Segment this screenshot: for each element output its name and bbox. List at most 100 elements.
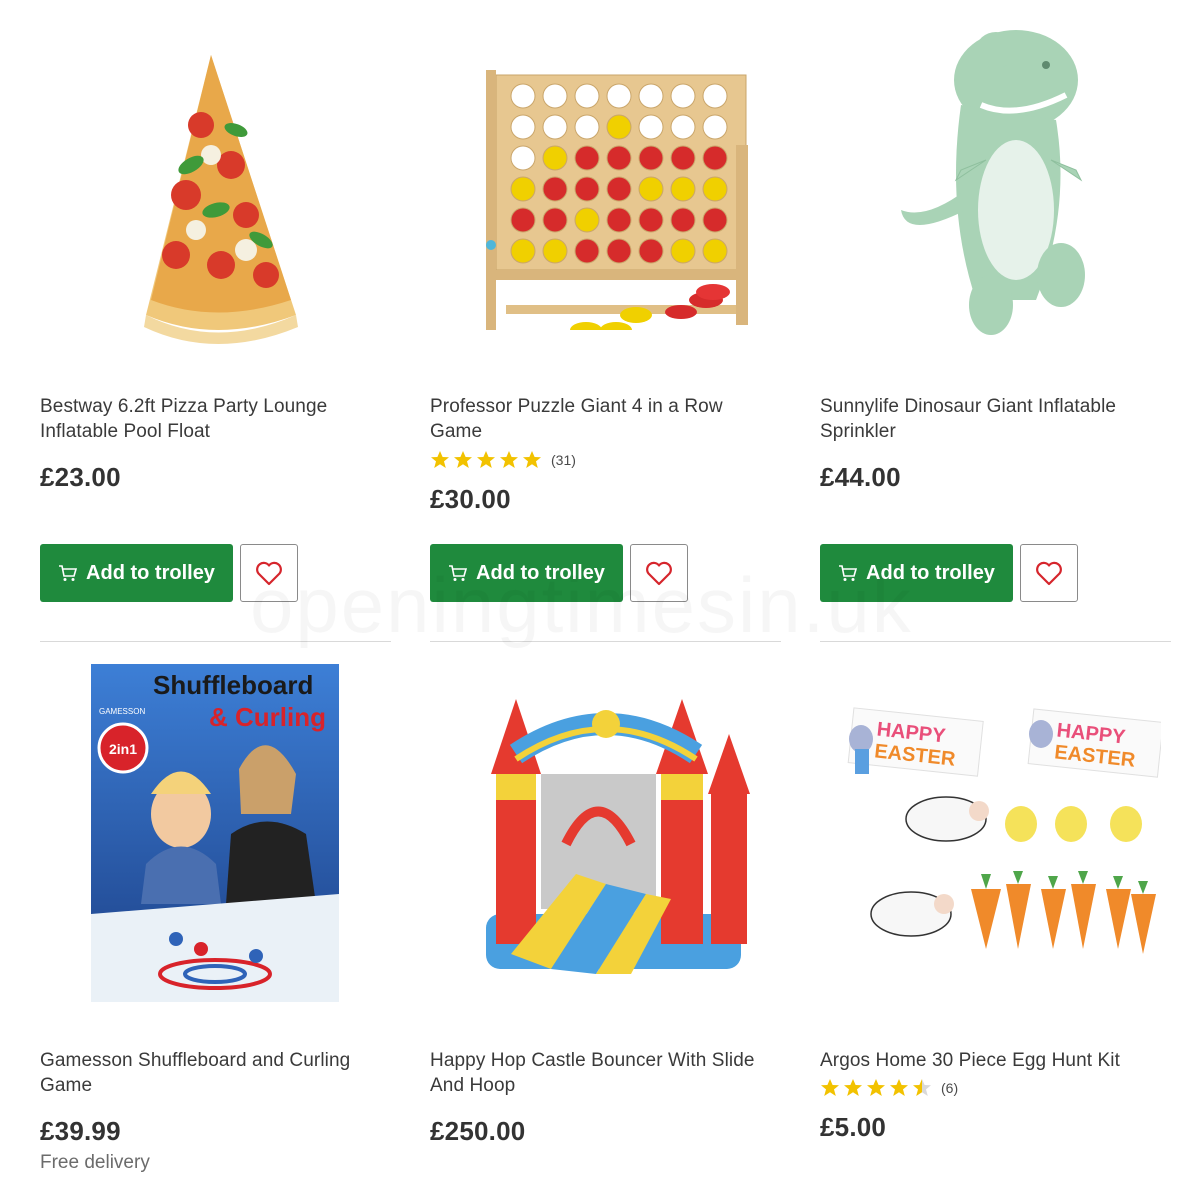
add-to-trolley-button[interactable]: Add to trolley: [820, 544, 1013, 602]
grid-counter: [670, 238, 695, 264]
box-subtitle: & Curling: [209, 702, 326, 732]
divider: [430, 641, 781, 642]
grid-counter: [542, 145, 567, 171]
grid-counter: [510, 114, 535, 140]
product-title[interactable]: Professor Puzzle Giant 4 in a Row Game: [430, 394, 770, 444]
star-icon: [866, 1078, 886, 1098]
easter-egg-hunt-image: HAPPY EASTER HAPPY EASTER: [847, 707, 1161, 954]
star-icon: [820, 1078, 840, 1098]
bouncy-castle-image: [485, 699, 750, 974]
heart-icon: [646, 561, 672, 586]
product-title[interactable]: Gamesson Shuffleboard and Curling Game: [40, 1048, 380, 1098]
trolley-icon: [839, 565, 858, 581]
grid-counter: [510, 145, 535, 171]
add-to-trolley-button[interactable]: Add to trolley: [430, 544, 623, 602]
product-image[interactable]: [820, 0, 1171, 360]
grid-counter: [670, 145, 695, 171]
grid-counter: [574, 114, 599, 140]
wishlist-button[interactable]: [240, 544, 298, 602]
product-image[interactable]: Shuffleboard & Curling GAMESSON 2in1: [40, 654, 391, 1014]
grid-counter: [638, 145, 663, 171]
pizza-float-image: [143, 55, 298, 344]
star-icon: [453, 450, 473, 470]
box-brand: GAMESSON: [99, 707, 145, 716]
grid-counter: [542, 207, 567, 233]
heart-icon: [256, 561, 282, 586]
grid-counter: [606, 207, 631, 233]
grid-counter: [670, 176, 695, 202]
grid-counter: [638, 83, 663, 109]
delivery-info: Free delivery: [40, 1152, 150, 1173]
grid-counter: [702, 176, 727, 202]
star-rating: (31): [430, 450, 576, 470]
grid-counter: [702, 145, 727, 171]
grid-counter: [702, 114, 727, 140]
grid-counter: [574, 238, 599, 264]
grid-counter: [670, 83, 695, 109]
grid-counter: [542, 238, 567, 264]
half-star-icon: [912, 1078, 932, 1098]
product-image[interactable]: HAPPY EASTER HAPPY EASTER: [820, 654, 1171, 1014]
product-image[interactable]: [430, 0, 781, 360]
star-icon: [843, 1078, 863, 1098]
grid-counter: [670, 207, 695, 233]
product-price: £44.00: [820, 462, 901, 492]
grid-counter: [542, 83, 567, 109]
grid-counter: [606, 238, 631, 264]
add-to-trolley-button[interactable]: Add to trolley: [40, 544, 233, 602]
product-image[interactable]: [430, 654, 781, 1014]
product-price: £250.00: [430, 1116, 526, 1146]
grid-counter: [702, 238, 727, 264]
grid-counter: [638, 207, 663, 233]
grid-counter: [606, 83, 631, 109]
grid-counter: [574, 145, 599, 171]
product-price: £23.00: [40, 462, 121, 492]
connect-four-image: [485, 70, 748, 330]
star-icon: [889, 1078, 909, 1098]
grid-counter: [606, 176, 631, 202]
grid-counter: [702, 207, 727, 233]
grid-counter: [510, 238, 535, 264]
grid-counter: [510, 83, 535, 109]
wishlist-button[interactable]: [1020, 544, 1078, 602]
product-price: £30.00: [430, 484, 511, 514]
divider: [820, 641, 1171, 642]
box-badge: 2in1: [109, 741, 137, 757]
product-title[interactable]: Bestway 6.2ft Pizza Party Lounge Inflata…: [40, 394, 380, 444]
grid-counter: [574, 207, 599, 233]
add-to-trolley-label: Add to trolley: [866, 561, 995, 584]
rating-count: (6): [941, 1080, 959, 1096]
add-to-trolley-label: Add to trolley: [86, 561, 215, 584]
star-icon: [476, 450, 496, 470]
product-image[interactable]: [40, 0, 391, 360]
grid-counter: [542, 176, 567, 202]
grid-counter: [606, 114, 631, 140]
star-icon: [522, 450, 542, 470]
grid-counter: [542, 114, 567, 140]
product-price: £39.99: [40, 1116, 121, 1146]
product-title[interactable]: Happy Hop Castle Bouncer With Slide And …: [430, 1048, 770, 1098]
star-icon: [499, 450, 519, 470]
grid-counter: [638, 114, 663, 140]
heart-icon: [1036, 561, 1062, 586]
rating-count: (31): [551, 452, 576, 468]
box-title: Shuffleboard: [153, 670, 313, 700]
product-price: £5.00: [820, 1112, 887, 1142]
product-title[interactable]: Argos Home 30 Piece Egg Hunt Kit: [820, 1048, 1160, 1073]
grid-counter: [574, 176, 599, 202]
wishlist-button[interactable]: [630, 544, 688, 602]
star-icon: [430, 450, 450, 470]
grid-counter: [510, 207, 535, 233]
grid-counter: [510, 176, 535, 202]
grid-counter: [638, 176, 663, 202]
star-rating: (6): [820, 1078, 958, 1098]
trolley-icon: [59, 565, 78, 581]
grid-counter: [702, 83, 727, 109]
dinosaur-sprinkler-image: [900, 30, 1085, 335]
product-title[interactable]: Sunnylife Dinosaur Giant Inflatable Spri…: [820, 394, 1160, 444]
shuffleboard-box-image: Shuffleboard & Curling GAMESSON 2in1: [90, 664, 339, 1002]
grid-counter: [638, 238, 663, 264]
trolley-icon: [449, 565, 468, 581]
grid-counter: [606, 145, 631, 171]
add-to-trolley-label: Add to trolley: [476, 561, 605, 584]
